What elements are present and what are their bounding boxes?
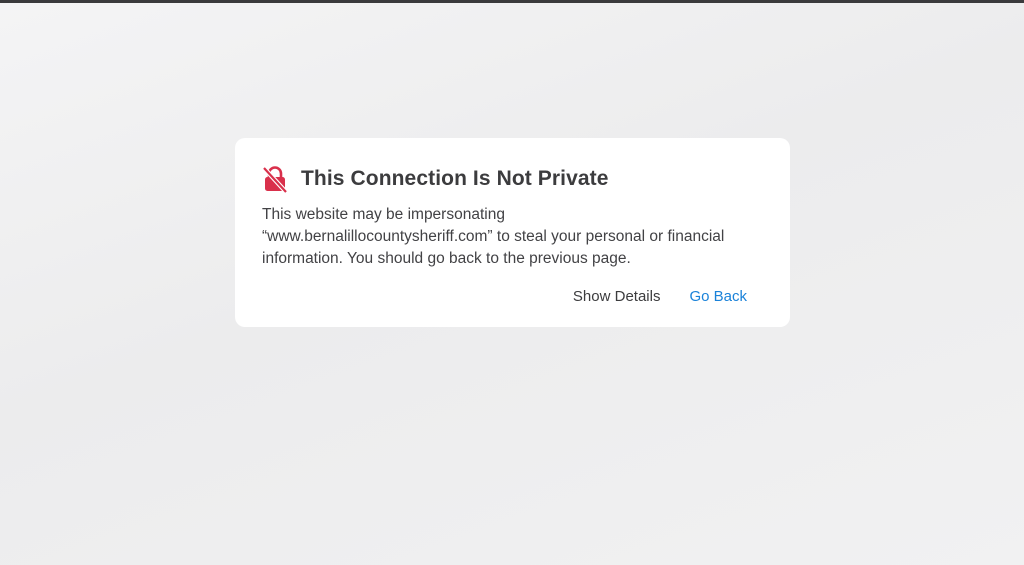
connection-warning-dialog: This Connection Is Not Private This webs… bbox=[235, 138, 790, 327]
go-back-button[interactable]: Go Back bbox=[689, 288, 747, 305]
dialog-title: This Connection Is Not Private bbox=[301, 167, 609, 190]
message-line: information. You should go back to the p… bbox=[262, 250, 631, 267]
dialog-actions: Show Details Go Back bbox=[573, 288, 747, 305]
broken-lock-icon bbox=[262, 165, 288, 193]
message-line: This website may be impersonating bbox=[262, 206, 505, 223]
dialog-header: This Connection Is Not Private bbox=[262, 164, 609, 194]
dialog-message: This website may be impersonating “www.b… bbox=[262, 204, 767, 270]
show-details-button[interactable]: Show Details bbox=[573, 288, 661, 305]
window-top-edge bbox=[0, 0, 1024, 3]
message-line: “www.bernalillocountysheriff.com” to ste… bbox=[262, 228, 725, 245]
